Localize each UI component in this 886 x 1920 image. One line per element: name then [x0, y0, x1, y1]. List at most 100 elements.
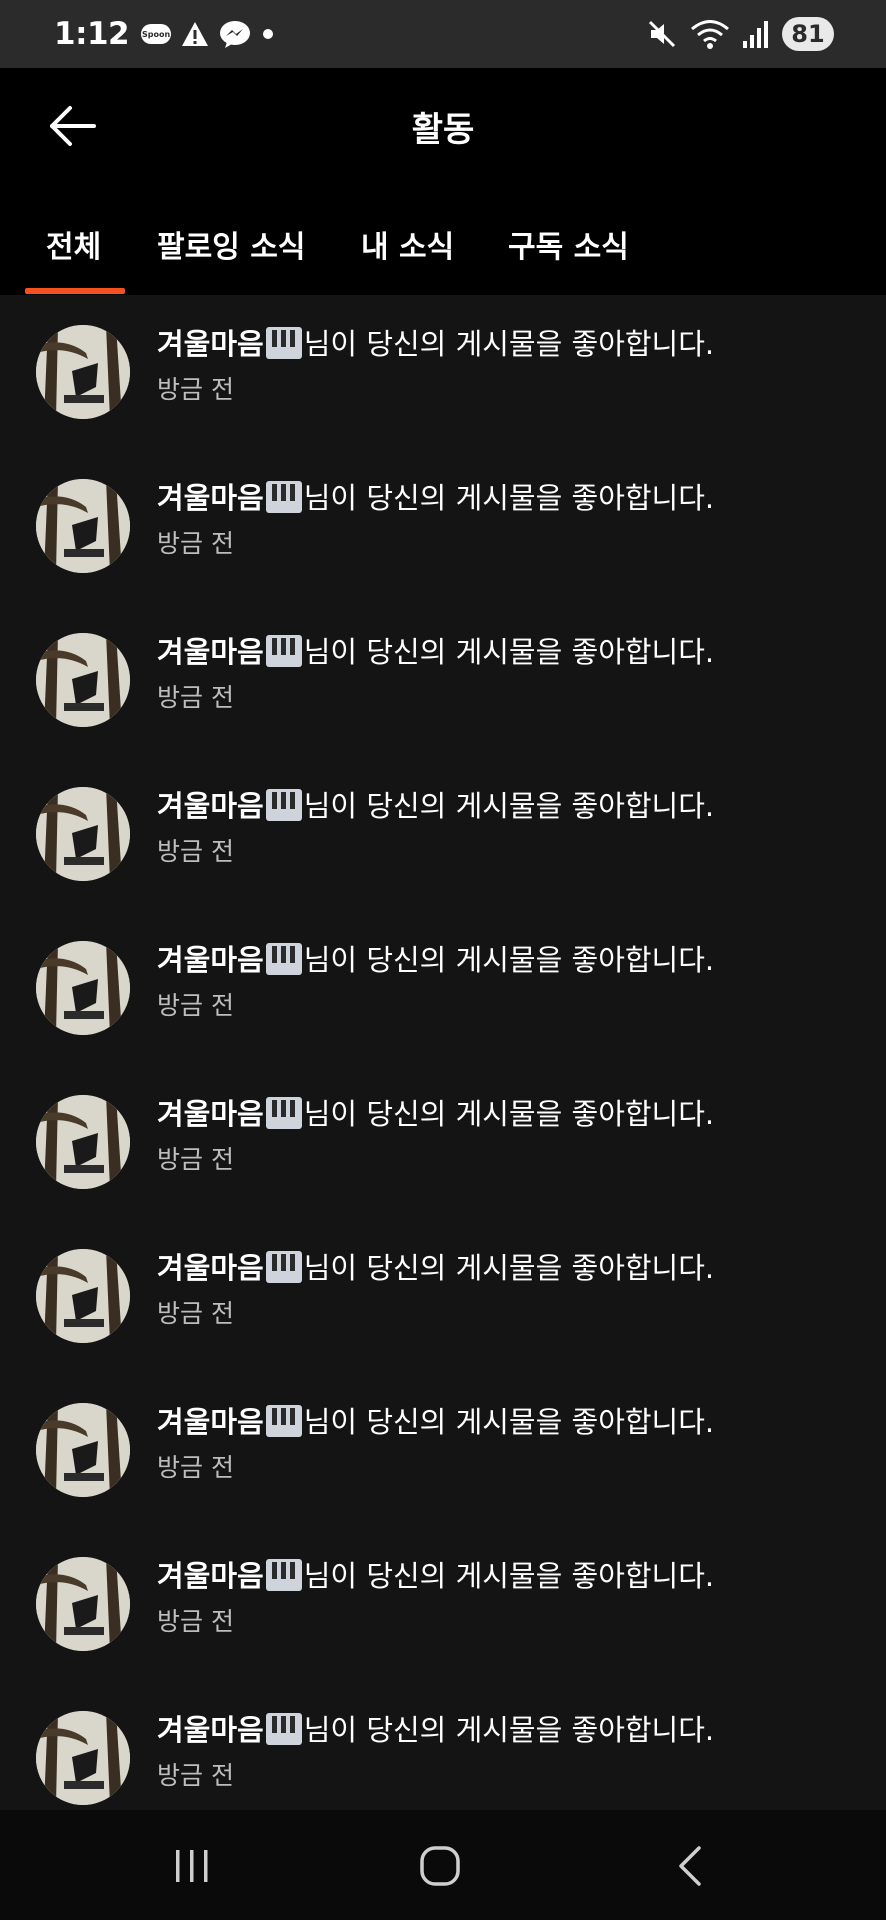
- activity-message: 겨울마음 님이 당신의 게시물을 좋아합니다.: [157, 1557, 862, 1595]
- avatar-image: [36, 325, 130, 419]
- tab-bar: 전체 팔로잉 소식 내 소식 구독 소식: [0, 182, 886, 295]
- activity-item[interactable]: 겨울마음 님이 당신의 게시물을 좋아합니다. 방금 전: [0, 1065, 886, 1219]
- message-text: 님이 당신의 게시물을 좋아합니다.: [303, 635, 715, 669]
- notification-icons: Spoon: [141, 20, 275, 48]
- activity-message: 겨울마음 님이 당신의 게시물을 좋아합니다.: [157, 1249, 862, 1287]
- activity-time: 방금 전: [157, 1607, 234, 1636]
- message-text: 님이 당신의 게시물을 좋아합니다.: [303, 943, 715, 977]
- page-title: 활동: [411, 110, 475, 150]
- activity-time: 방금 전: [157, 683, 234, 712]
- activity-time: 방금 전: [157, 1761, 234, 1790]
- username[interactable]: 겨울마음: [157, 1405, 264, 1439]
- dot-icon: [263, 29, 274, 39]
- username[interactable]: 겨울마음: [157, 789, 264, 823]
- recent-apps-icon: [176, 1850, 208, 1882]
- activity-message: 겨울마음 님이 당신의 게시물을 좋아합니다.: [157, 479, 862, 517]
- activity-item[interactable]: 겨울마음 님이 당신의 게시물을 좋아합니다. 방금 전: [0, 1681, 886, 1810]
- activity-item[interactable]: 겨울마음 님이 당신의 게시물을 좋아합니다. 방금 전: [0, 449, 886, 603]
- message-text: 님이 당신의 게시물을 좋아합니다.: [303, 1713, 715, 1747]
- username[interactable]: 겨울마음: [157, 635, 264, 669]
- active-tab-indicator: [25, 288, 125, 294]
- piano-icon: [265, 789, 302, 821]
- activity-item[interactable]: 겨울마음 님이 당신의 게시물을 좋아합니다. 방금 전: [0, 1527, 886, 1681]
- mute-icon: [648, 20, 676, 48]
- nav-back-button[interactable]: [650, 1838, 730, 1894]
- activity-time: 방금 전: [157, 1299, 234, 1328]
- activity-message: 겨울마음 님이 당신의 게시물을 좋아합니다.: [157, 1403, 862, 1441]
- avatar[interactable]: [36, 1557, 130, 1651]
- message-text: 님이 당신의 게시물을 좋아합니다.: [303, 1559, 715, 1593]
- activity-time: 방금 전: [157, 1145, 234, 1174]
- tab-subscription-news[interactable]: 구독 소식: [508, 222, 629, 266]
- tab-all[interactable]: 전체: [46, 222, 101, 266]
- avatar-image: [36, 1557, 130, 1651]
- recent-apps-button[interactable]: [152, 1838, 232, 1894]
- activity-item[interactable]: 겨울마음 님이 당신의 게시물을 좋아합니다. 방금 전: [0, 757, 886, 911]
- piano-icon: [265, 1559, 302, 1591]
- back-icon: [679, 1846, 701, 1886]
- avatar-image: [36, 1403, 130, 1497]
- tab-my-news[interactable]: 내 소식: [361, 222, 454, 266]
- avatar[interactable]: [36, 633, 130, 727]
- avatar[interactable]: [36, 325, 130, 419]
- avatar[interactable]: [36, 1711, 130, 1805]
- activity-time: 방금 전: [157, 375, 234, 404]
- activity-time: 방금 전: [157, 529, 234, 558]
- piano-icon: [265, 327, 302, 359]
- username[interactable]: 겨울마음: [157, 1559, 264, 1593]
- message-text: 님이 당신의 게시물을 좋아합니다.: [303, 327, 715, 361]
- spoon-icon: Spoon: [141, 24, 172, 44]
- activity-message: 겨울마음 님이 당신의 게시물을 좋아합니다.: [157, 633, 862, 671]
- activity-text: 겨울마음 님이 당신의 게시물을 좋아합니다. 방금 전: [157, 325, 862, 405]
- message-text: 님이 당신의 게시물을 좋아합니다.: [303, 1251, 715, 1285]
- activity-message: 겨울마음 님이 당신의 게시물을 좋아합니다.: [157, 787, 862, 825]
- activity-item[interactable]: 겨울마음 님이 당신의 게시물을 좋아합니다. 방금 전: [0, 295, 886, 449]
- piano-icon: [265, 1097, 302, 1129]
- piano-icon: [265, 1405, 302, 1437]
- activity-text: 겨울마음 님이 당신의 게시물을 좋아합니다. 방금 전: [157, 787, 862, 867]
- tab-following-news[interactable]: 팔로잉 소식: [157, 222, 305, 266]
- app-header: 활동: [0, 68, 886, 182]
- activity-message: 겨울마음 님이 당신의 게시물을 좋아합니다.: [157, 1095, 862, 1133]
- home-button[interactable]: [400, 1838, 480, 1894]
- activity-text: 겨울마음 님이 당신의 게시물을 좋아합니다. 방금 전: [157, 1095, 862, 1175]
- activity-text: 겨울마음 님이 당신의 게시물을 좋아합니다. 방금 전: [157, 1403, 862, 1483]
- activity-message: 겨울마음 님이 당신의 게시물을 좋아합니다.: [157, 941, 862, 979]
- battery-level: 81: [782, 17, 834, 51]
- username[interactable]: 겨울마음: [157, 1713, 264, 1747]
- activity-item[interactable]: 겨울마음 님이 당신의 게시물을 좋아합니다. 방금 전: [0, 911, 886, 1065]
- username[interactable]: 겨울마음: [157, 1097, 264, 1131]
- avatar[interactable]: [36, 787, 130, 881]
- piano-icon: [265, 943, 302, 975]
- piano-icon: [265, 1251, 302, 1283]
- activity-time: 방금 전: [157, 991, 234, 1020]
- avatar-image: [36, 787, 130, 881]
- avatar[interactable]: [36, 479, 130, 573]
- avatar[interactable]: [36, 1403, 130, 1497]
- activity-item[interactable]: 겨울마음 님이 당신의 게시물을 좋아합니다. 방금 전: [0, 1219, 886, 1373]
- avatar-image: [36, 1711, 130, 1805]
- username[interactable]: 겨울마음: [157, 1251, 264, 1285]
- message-text: 님이 당신의 게시물을 좋아합니다.: [303, 481, 715, 515]
- activity-text: 겨울마음 님이 당신의 게시물을 좋아합니다. 방금 전: [157, 479, 862, 559]
- avatar[interactable]: [36, 1095, 130, 1189]
- messenger-icon: [220, 21, 251, 48]
- username[interactable]: 겨울마음: [157, 327, 264, 361]
- activity-text: 겨울마음 님이 당신의 게시물을 좋아합니다. 방금 전: [157, 1557, 862, 1637]
- avatar-image: [36, 633, 130, 727]
- username[interactable]: 겨울마음: [157, 943, 264, 977]
- avatar[interactable]: [36, 1249, 130, 1343]
- warning-icon: [182, 22, 209, 46]
- system-nav-bar: [0, 1810, 886, 1920]
- activity-item[interactable]: 겨울마음 님이 당신의 게시물을 좋아합니다. 방금 전: [0, 603, 886, 757]
- activity-list[interactable]: 겨울마음 님이 당신의 게시물을 좋아합니다. 방금 전 겨울마음 님이 당신의 게…: [0, 295, 886, 1810]
- avatar-image: [36, 1095, 130, 1189]
- avatar-image: [36, 1249, 130, 1343]
- avatar-image: [36, 941, 130, 1035]
- avatar[interactable]: [36, 941, 130, 1035]
- username[interactable]: 겨울마음: [157, 481, 264, 515]
- piano-icon: [265, 1713, 302, 1745]
- activity-item[interactable]: 겨울마음 님이 당신의 게시물을 좋아합니다. 방금 전: [0, 1373, 886, 1527]
- activity-time: 방금 전: [157, 837, 234, 866]
- message-text: 님이 당신의 게시물을 좋아합니다.: [303, 789, 715, 823]
